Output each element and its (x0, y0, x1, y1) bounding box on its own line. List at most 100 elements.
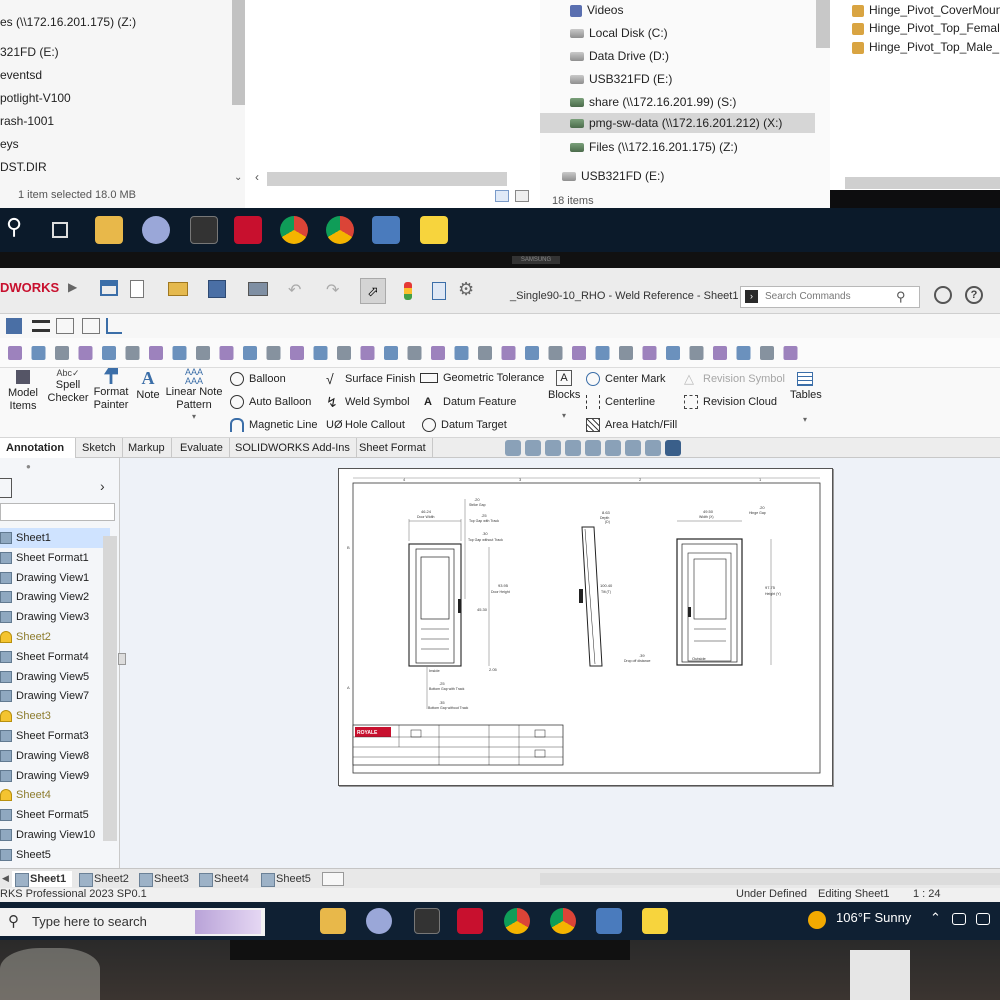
tree-item[interactable]: Drawing View10 (0, 825, 110, 845)
scrollbar[interactable] (816, 0, 830, 48)
horizontal-scrollbar[interactable] (540, 873, 1000, 885)
balloon-button[interactable]: Balloon (230, 372, 286, 386)
gear-icon[interactable]: ⚙ (458, 279, 474, 300)
tree-filter-input[interactable] (0, 503, 115, 521)
toolbar-tool-icon[interactable] (149, 346, 163, 360)
nav-item[interactable]: eventsd (0, 65, 42, 85)
toolbar-tool-icon[interactable] (266, 346, 281, 360)
tree-item[interactable]: Sheet4 (0, 785, 110, 805)
line-thickness-icon[interactable] (32, 320, 50, 332)
toolbar-tool-icon[interactable] (313, 346, 328, 360)
zoom-to-fit-icon[interactable] (505, 440, 521, 456)
dim-text[interactable]: .20 (474, 497, 480, 502)
nav-item[interactable]: potlight-V100 (0, 88, 71, 108)
toolbar-tool-icon[interactable] (125, 346, 140, 360)
file-explorer-icon[interactable] (95, 216, 123, 244)
view-settings-icon[interactable] (625, 440, 641, 456)
nav-item[interactable]: eys (0, 134, 19, 154)
hole-callout-button[interactable]: UØ Hole Callout (326, 418, 405, 432)
dropdown-arrow-icon[interactable]: ▾ (164, 412, 224, 421)
graphics-area[interactable]: 4 3 2 1 B A 46.24 Door Width .20 Strike … (118, 458, 1000, 868)
tab-sketch[interactable]: Sketch (76, 438, 123, 458)
toolbar-tool-icon[interactable] (102, 346, 116, 360)
tab-annotation[interactable]: Annotation (0, 438, 76, 458)
solidworks-icon[interactable] (234, 216, 262, 244)
nav-item[interactable]: share (\\172.16.201.99) (S:) (570, 92, 736, 112)
toolbar-tool-icon[interactable] (525, 346, 539, 360)
rebuild-traffic-light-icon[interactable] (404, 282, 412, 300)
area-hatch-button[interactable]: Area Hatch/Fill (586, 418, 677, 432)
file-item[interactable]: Hinge_Pivot_Top_Male_MCH (852, 37, 1000, 57)
horizontal-scrollbar[interactable] (267, 172, 507, 186)
dim-text[interactable]: 8.63 (602, 510, 611, 515)
solidworks-launcher-icon[interactable] (414, 908, 440, 934)
dim-text[interactable]: 97.75 (765, 585, 776, 590)
details-view-icon[interactable] (495, 190, 509, 202)
toolbar-tool-icon[interactable] (666, 346, 680, 360)
tab-sheet2[interactable]: Sheet2 (76, 871, 132, 887)
dim-text[interactable]: 93.95 (498, 583, 509, 588)
expand-menu-icon[interactable]: ▶ (68, 280, 77, 294)
dim-text[interactable]: 45.30 (477, 607, 488, 612)
help-icon[interactable]: ? (965, 286, 983, 304)
tree-item[interactable]: Drawing View1 (0, 568, 110, 588)
weld-symbol-button[interactable]: ↯ Weld Symbol (326, 395, 410, 409)
toolbar-tool-icon[interactable] (196, 346, 210, 360)
save-icon[interactable] (208, 280, 226, 298)
format-painter-button[interactable]: Format Painter (92, 368, 130, 412)
taskbar-search-input[interactable]: ⚲ Type here to search (0, 908, 265, 936)
user-account-icon[interactable] (934, 286, 952, 304)
redo-icon[interactable]: ↷ (326, 280, 339, 300)
hide-show-edges-icon[interactable] (82, 318, 100, 334)
nav-item[interactable]: Data Drive (D:) (570, 46, 669, 66)
rotate-icon[interactable] (585, 440, 601, 456)
appearance-icon[interactable] (665, 440, 681, 456)
snipping-tool-icon[interactable] (366, 908, 392, 934)
dim-text[interactable]: .39 (639, 653, 645, 658)
toolbar-tool-icon[interactable] (689, 346, 704, 360)
geometric-tolerance-button[interactable]: Geometric Tolerance (420, 372, 544, 384)
dim-text[interactable]: 49.50 (703, 509, 714, 514)
chevron-down-icon[interactable]: ⌄ (234, 172, 242, 183)
datum-target-button[interactable]: Datum Target (422, 418, 507, 432)
centerline-button[interactable]: Centerline (586, 395, 655, 409)
nav-item[interactable]: DST.DIR (0, 157, 47, 177)
chrome-icon[interactable] (550, 908, 576, 934)
toolbar-tool-icon[interactable] (337, 346, 351, 360)
dim-text[interactable]: .25 (481, 513, 487, 518)
tab-sheet3[interactable]: Sheet3 (136, 871, 192, 887)
tree-item[interactable]: Sheet1 (0, 528, 110, 548)
sticky-notes-icon[interactable] (420, 216, 448, 244)
magnetic-line-button[interactable]: Magnetic Line (230, 418, 318, 432)
toolbar-tool-icon[interactable] (78, 346, 93, 360)
tree-item[interactable]: Drawing View8 (0, 746, 110, 766)
chrome-icon[interactable] (326, 216, 354, 244)
home-icon[interactable] (100, 280, 118, 296)
toolbar-tool-icon[interactable] (760, 346, 774, 360)
chevron-left-icon[interactable]: ‹ (255, 170, 259, 184)
toolbar-tool-icon[interactable] (290, 346, 304, 360)
toolbar-tool-icon[interactable] (31, 346, 46, 360)
tree-item[interactable]: Sheet Format1 (0, 548, 110, 568)
surface-finish-button[interactable]: √ Surface Finish (326, 372, 415, 386)
tab-sheet4[interactable]: Sheet4 (196, 871, 252, 887)
toolbar-icons[interactable] (0, 338, 1000, 368)
nav-item[interactable]: USB321FD (E:) (562, 166, 664, 186)
system-tray-icon[interactable] (976, 913, 990, 925)
pan-icon[interactable] (605, 440, 621, 456)
open-folder-icon[interactable] (168, 282, 188, 296)
toolbar-tool-icon[interactable] (243, 346, 257, 360)
task-view-icon[interactable] (52, 222, 68, 238)
large-icons-view-icon[interactable] (515, 190, 529, 202)
nav-item[interactable]: es (\\172.16.201.175) (Z:) (0, 12, 136, 32)
file-item[interactable]: Hinge_Pivot_Top_Female_MC (852, 18, 1000, 38)
drawing-view-outside[interactable]: 49.50 Width (X) .20 Hinge Gap 97.75 Heig… (624, 505, 781, 666)
toolbar-tool-icon[interactable] (478, 346, 492, 360)
toolbar-tool-icon[interactable] (713, 346, 727, 360)
nav-item[interactable]: rash-1001 (0, 111, 54, 131)
blocks-button[interactable]: A Blocks ▾ (548, 370, 580, 420)
nav-item[interactable]: Local Disk (C:) (570, 23, 668, 43)
revision-symbol-button[interactable]: △ Revision Symbol (684, 372, 785, 386)
datum-feature-button[interactable]: A Datum Feature (424, 395, 516, 409)
tab-markup[interactable]: Markup (122, 438, 172, 458)
